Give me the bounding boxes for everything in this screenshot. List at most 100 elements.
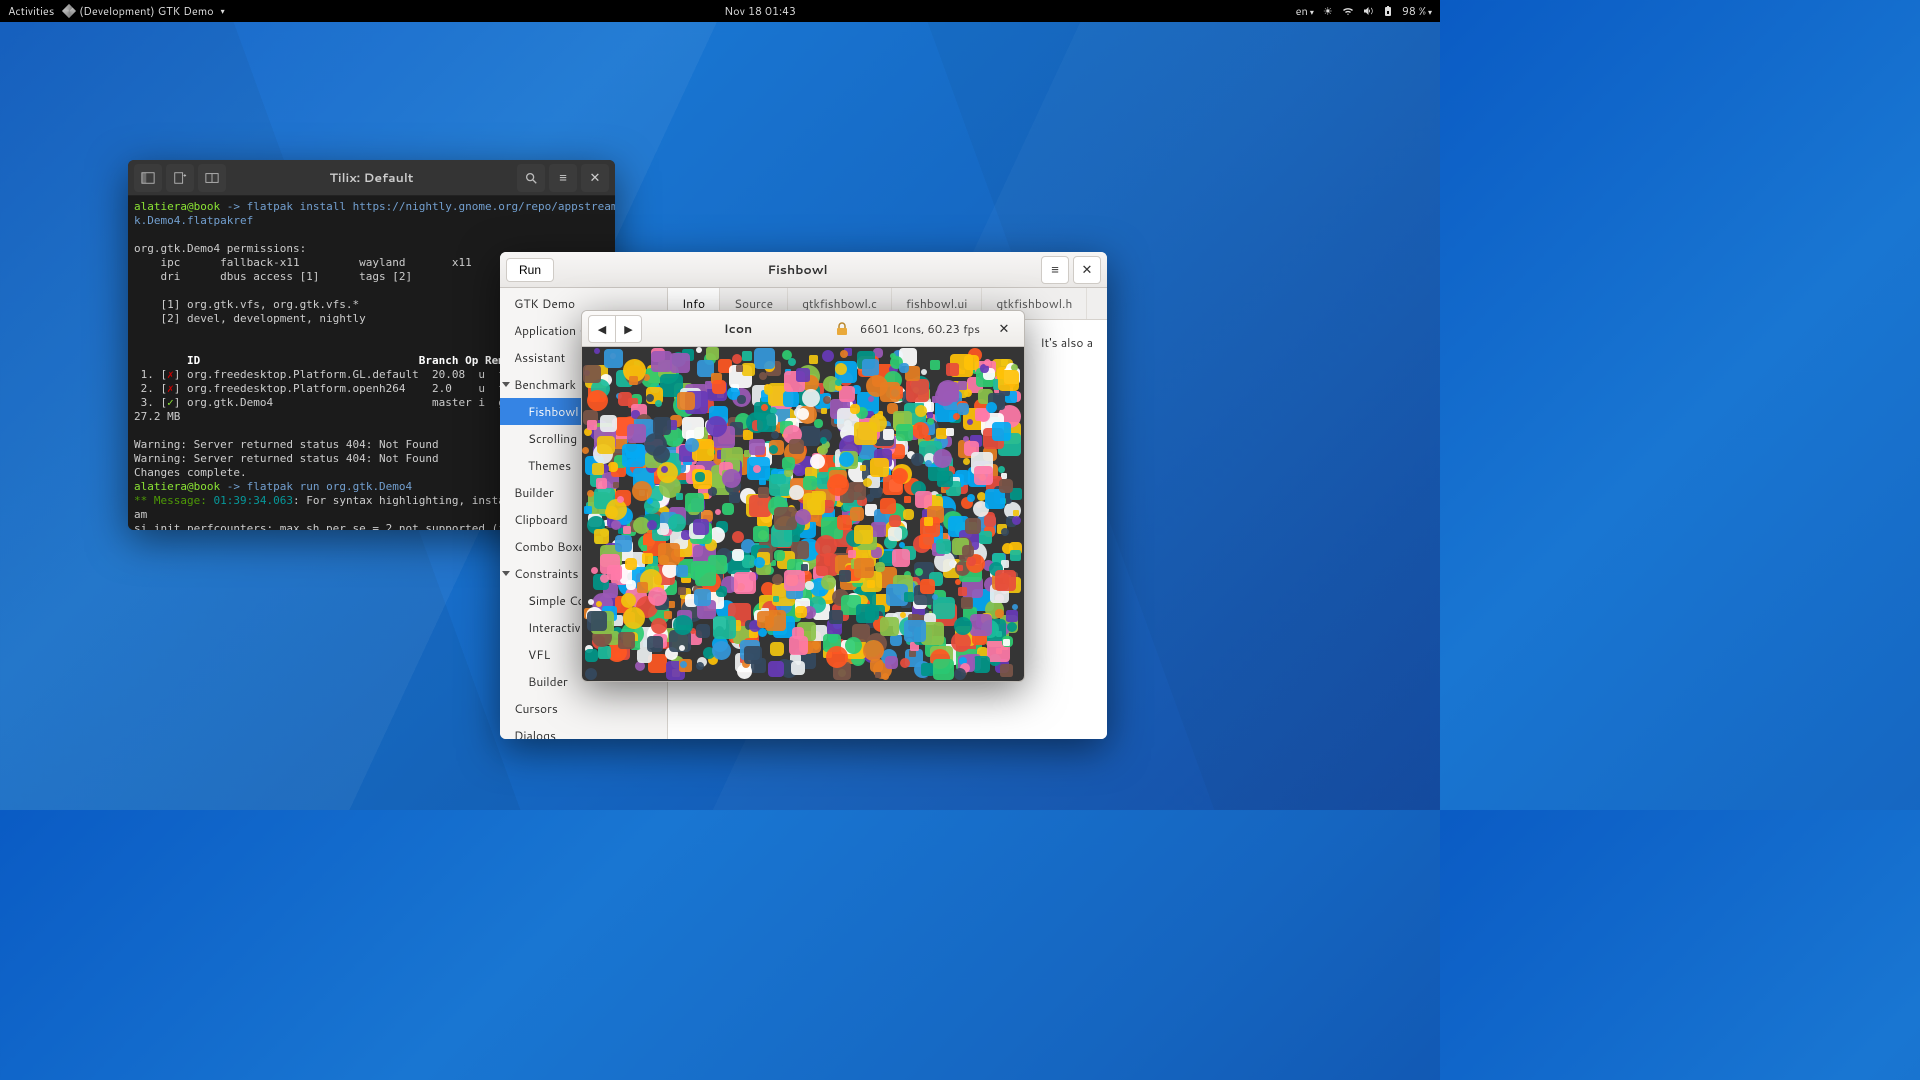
fish-icon [957, 565, 963, 571]
fish-icon [970, 614, 992, 636]
nav-buttons: ◀ ▶ [588, 315, 642, 343]
fish-icon [927, 412, 933, 418]
clock[interactable]: Nov 18 01:43 [724, 3, 796, 19]
fish-icon [668, 601, 675, 608]
fish-icon [592, 463, 604, 475]
fish-icon [839, 452, 854, 467]
fish-icon [996, 631, 1002, 637]
fish-icon [912, 422, 929, 439]
brightness-icon[interactable]: ☀ [1322, 5, 1334, 17]
fish-icon [814, 419, 823, 428]
sidebar-item-label: GTK Demo [514, 295, 575, 312]
fish-icon [965, 518, 981, 534]
fish-icon [742, 351, 752, 361]
fish-icon [587, 390, 608, 411]
tilix-titlebar[interactable]: Tilix: Default ≡ ✕ [128, 160, 615, 196]
fish-icon [998, 370, 1019, 391]
fish-icon [904, 496, 911, 503]
fish-icon [1012, 604, 1018, 610]
input-language[interactable]: en [1296, 3, 1314, 19]
fish-icon [757, 413, 776, 432]
fish-icon [773, 596, 779, 602]
fish-icon [850, 404, 860, 414]
run-button[interactable]: Run [506, 258, 554, 282]
sidebar-item-label: Cursors [514, 700, 558, 717]
fish-icon [904, 592, 914, 602]
fish-icon [903, 509, 914, 520]
fish-icon [839, 570, 851, 582]
fish-icon [757, 611, 774, 628]
fish-icon [625, 558, 637, 570]
fish-icon [999, 479, 1013, 493]
fish-icon [1012, 516, 1021, 525]
fish-icon [744, 646, 762, 664]
fish-icon [679, 645, 685, 651]
fish-icon [600, 554, 620, 574]
fish-icon [925, 460, 932, 467]
fish-icon [759, 372, 767, 380]
fish-canvas [582, 347, 1024, 681]
fish-icon [713, 616, 736, 639]
fish-icon [788, 358, 796, 366]
fish-icon [933, 659, 954, 680]
fish-icon [647, 636, 663, 652]
fish-icon [598, 646, 611, 659]
fish-icon [979, 531, 992, 544]
fish-icon [803, 476, 817, 490]
sidebar-item-label: Benchmark [514, 376, 576, 393]
sidebar-item-label: Themes [528, 457, 571, 474]
hamburger-menu-button[interactable]: ≡ [1041, 256, 1069, 284]
fish-icon [664, 611, 672, 619]
fish-stats: 6601 Icons, 60.23 fps [854, 320, 986, 337]
fish-icon [888, 527, 902, 541]
gtkdemo-titlebar[interactable]: Run Fishbowl ≡ ✕ [500, 252, 1107, 288]
fish-icon [848, 550, 856, 558]
sidebar-item-dialogs[interactable]: Dialogs [500, 722, 667, 739]
battery-percent[interactable]: 98 % [1402, 3, 1432, 19]
tilix-close-button[interactable]: ✕ [581, 164, 609, 192]
tilix-split-button[interactable] [198, 164, 226, 192]
fish-icon [768, 661, 784, 677]
sidebar-item-label: Builder [528, 673, 568, 690]
sidebar-item-label: Assistant [514, 349, 565, 366]
fish-icon [932, 594, 938, 600]
fish-icon [791, 661, 805, 675]
tilix-newtab-button[interactable] [166, 164, 194, 192]
lock-icon[interactable] [834, 321, 850, 337]
next-button[interactable]: ▶ [615, 316, 641, 342]
fish-icon [809, 355, 818, 364]
fish-icon [594, 348, 600, 354]
fish-icon [712, 641, 731, 660]
tilix-menu-button[interactable]: ≡ [549, 164, 577, 192]
fish-icon [961, 597, 973, 609]
fish-icon [984, 359, 991, 366]
fish-icon [737, 395, 746, 404]
sidebar-item-label: Scrolling [528, 430, 577, 447]
fish-icon [622, 444, 645, 467]
fish-icon [641, 545, 647, 551]
fish-icon [821, 408, 827, 414]
fish-icon [695, 472, 705, 482]
fish-icon [784, 570, 805, 591]
fish-icon [722, 469, 741, 488]
fish-icon [904, 620, 926, 642]
fish-icon [973, 656, 990, 673]
close-button[interactable]: ✕ [1073, 256, 1101, 284]
prev-button[interactable]: ◀ [589, 316, 615, 342]
wifi-icon[interactable] [1342, 5, 1354, 17]
volume-icon[interactable] [1362, 5, 1374, 17]
fish-icon [732, 531, 744, 543]
tilix-sidebar-button[interactable] [134, 164, 162, 192]
sidebar-item-cursors[interactable]: Cursors [500, 695, 667, 722]
activities-button[interactable]: Activities [8, 3, 54, 19]
app-menu[interactable]: (Development) GTK Demo [64, 3, 224, 19]
tilix-search-button[interactable] [517, 164, 545, 192]
fish-icon [637, 582, 648, 593]
fish-icon [753, 526, 769, 542]
fish-icon [984, 515, 996, 527]
fish-icon [871, 522, 886, 537]
fish-icon [613, 482, 619, 488]
fishbowl-titlebar[interactable]: ◀ ▶ Icon 6601 Icons, 60.23 fps ✕ [582, 311, 1024, 347]
fish-icon [754, 348, 775, 369]
fish-close-button[interactable]: ✕ [990, 315, 1018, 343]
